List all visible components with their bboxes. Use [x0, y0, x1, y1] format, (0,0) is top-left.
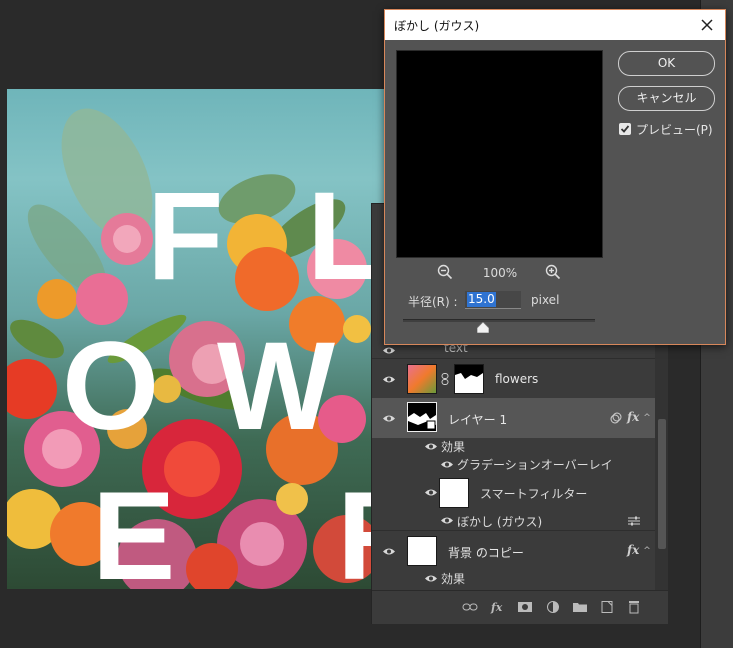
chevron-up-icon[interactable]: ^ [642, 546, 652, 556]
radius-input[interactable]: 15.0 [465, 291, 521, 309]
letter-e: E [92, 467, 175, 589]
adjustment-icon[interactable] [545, 600, 561, 614]
gaussian-blur-dialog: ぼかし (ガウス) 100% 半径(R) : 15.0 pixel OK キャン… [384, 9, 726, 345]
link-icon[interactable] [462, 600, 478, 614]
trash-icon[interactable] [626, 600, 642, 614]
letter-o: O [62, 317, 159, 456]
radius-unit: pixel [531, 293, 560, 307]
radius-slider-thumb[interactable] [476, 321, 490, 334]
chevron-up-icon[interactable]: ^ [642, 413, 652, 423]
layer-name[interactable]: flowers [495, 372, 538, 386]
layer-thumbnail[interactable] [407, 402, 437, 432]
filter-options-icon[interactable] [628, 515, 640, 526]
layer-thumbnail[interactable] [407, 364, 437, 394]
letter-f: F [147, 167, 223, 306]
mask-icon[interactable] [517, 600, 533, 614]
flower-artwork: F L O W E R [7, 108, 387, 589]
fx-icon[interactable]: fx [490, 600, 506, 614]
folder-icon[interactable] [572, 600, 588, 614]
eye-icon[interactable] [382, 375, 396, 384]
dialog-title: ぼかし (ガウス) [394, 19, 480, 33]
cancel-button[interactable]: キャンセル [618, 86, 715, 111]
close-icon[interactable] [697, 15, 717, 35]
eye-icon[interactable] [424, 574, 438, 583]
layer-mask-thumbnail[interactable] [454, 364, 484, 394]
layers-scrollbar-thumb[interactable] [658, 419, 666, 549]
layers-panel-footer: fx [372, 590, 668, 624]
filter-preview[interactable] [396, 50, 603, 258]
smart-filter-indicator-icon [610, 412, 622, 424]
fx-badge[interactable]: fx [627, 410, 639, 424]
layer-row-background-copy[interactable]: 背景 のコピー fx ^ [372, 530, 655, 570]
zoom-out-icon[interactable] [437, 264, 453, 280]
gaussian-blur-filter[interactable]: ぼかし (ガウス) [457, 513, 542, 530]
eye-icon[interactable] [424, 488, 438, 497]
gradient-overlay-effect[interactable]: グラデーションオーバーレイ [457, 456, 613, 473]
document-canvas[interactable]: F L O W E R [7, 89, 387, 589]
layer-name[interactable]: レイヤー 1 [448, 411, 507, 428]
ok-button[interactable]: OK [618, 51, 715, 76]
smart-filter-label[interactable]: スマートフィルター [480, 485, 587, 502]
radius-slider-track[interactable] [403, 319, 595, 322]
dialog-titlebar[interactable]: ぼかし (ガウス) [385, 10, 725, 40]
radius-value[interactable]: 15.0 [467, 292, 496, 307]
eye-icon[interactable] [440, 516, 454, 525]
fx-badge[interactable]: fx [627, 543, 639, 557]
zoom-level: 100% [482, 266, 518, 280]
layer-name[interactable]: 背景 のコピー [448, 544, 524, 561]
radius-label: 半径(R) : [408, 295, 458, 309]
chain-link-icon[interactable] [441, 373, 449, 385]
effects-label[interactable]: 効果 [441, 438, 465, 455]
preview-label[interactable]: プレビュー(P) [636, 121, 713, 138]
eye-icon[interactable] [382, 414, 396, 423]
preview-checkbox[interactable] [619, 123, 631, 135]
new-layer-icon[interactable] [599, 600, 615, 614]
layer-row-layer1[interactable]: レイヤー 1 fx ^ [372, 398, 655, 438]
letter-w: W [217, 317, 335, 456]
eye-icon[interactable] [440, 460, 454, 469]
layer-thumbnail[interactable] [407, 536, 437, 566]
eye-icon[interactable] [424, 442, 438, 451]
zoom-in-icon[interactable] [545, 264, 561, 280]
eye-icon[interactable] [382, 344, 396, 354]
effects-label[interactable]: 効果 [441, 570, 465, 587]
smart-filter-mask-thumbnail[interactable] [439, 478, 469, 508]
eye-icon[interactable] [382, 547, 396, 556]
layer-row-flowers[interactable]: flowers [372, 358, 655, 398]
svg-text:fx: fx [490, 601, 503, 614]
